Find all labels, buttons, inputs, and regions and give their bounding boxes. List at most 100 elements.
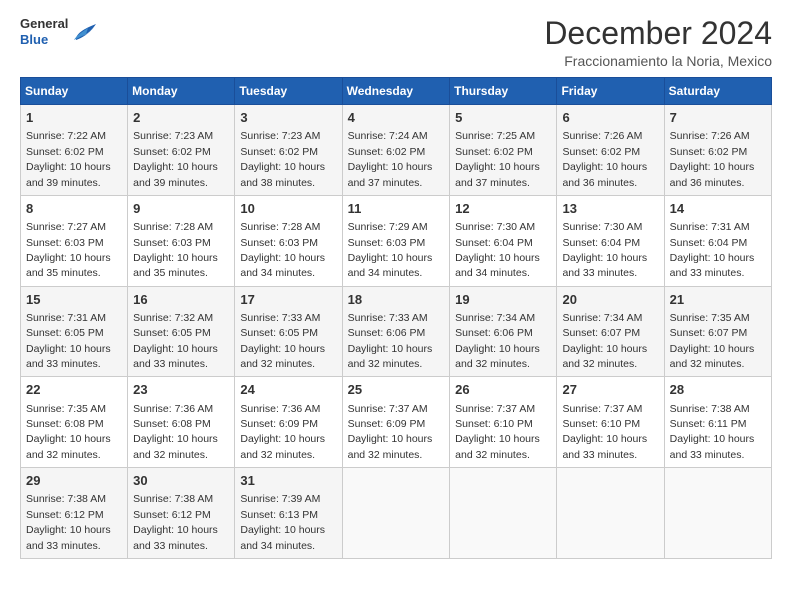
day-number: 15: [26, 291, 122, 309]
day-header-monday: Monday: [128, 78, 235, 105]
calendar-title: December 2024: [544, 16, 772, 51]
day-number: 23: [133, 381, 229, 399]
calendar-cell: 2Sunrise: 7:23 AMSunset: 6:02 PMDaylight…: [128, 105, 235, 196]
calendar-week-3: 15 Sunrise: 7:31 AMSunset: 6:05 PMDayligh…: [21, 286, 772, 377]
day-header-saturday: Saturday: [664, 78, 771, 105]
day-number: 9: [133, 200, 229, 218]
day-number: 28: [670, 381, 766, 399]
day-info: Sunrise: 7:25 AMSunset: 6:02 PMDaylight:…: [455, 130, 540, 188]
day-info: Sunrise: 7:34 AMSunset: 6:07 PMDaylight:…: [562, 312, 647, 370]
calendar-week-5: 29Sunrise: 7:38 AMSunset: 6:12 PMDayligh…: [21, 468, 772, 559]
day-info: Sunrise: 7:37 AMSunset: 6:09 PMDaylight:…: [348, 403, 433, 461]
day-number: 31: [240, 472, 336, 490]
calendar-cell: 20Sunrise: 7:34 AMSunset: 6:07 PMDayligh…: [557, 286, 664, 377]
day-number: 3: [240, 109, 336, 127]
calendar-cell: 29Sunrise: 7:38 AMSunset: 6:12 PMDayligh…: [21, 468, 128, 559]
logo-text: General Blue: [20, 16, 68, 47]
page-header: General Blue December 2024 Fraccionamien…: [20, 16, 772, 69]
day-number: 14: [670, 200, 766, 218]
day-number: 17: [240, 291, 336, 309]
calendar-cell: 31Sunrise: 7:39 AMSunset: 6:13 PMDayligh…: [235, 468, 342, 559]
day-number: 22: [26, 381, 122, 399]
calendar-cell: [557, 468, 664, 559]
calendar-cell: 27 Sunrise: 7:37 AMSunset: 6:10 PMDayligh…: [557, 377, 664, 468]
day-number: 18: [348, 291, 445, 309]
day-info: Sunrise: 7:30 AMSunset: 6:04 PMDaylight:…: [455, 221, 540, 279]
calendar-table: SundayMondayTuesdayWednesdayThursdayFrid…: [20, 77, 772, 559]
calendar-cell: 8 Sunrise: 7:27 AMSunset: 6:03 PMDaylight…: [21, 195, 128, 286]
day-info: Sunrise: 7:28 AMSunset: 6:03 PMDaylight:…: [240, 221, 325, 279]
calendar-cell: 24 Sunrise: 7:36 AMSunset: 6:09 PMDayligh…: [235, 377, 342, 468]
day-number: 1: [26, 109, 122, 127]
day-info: Sunrise: 7:30 AMSunset: 6:04 PMDaylight:…: [562, 221, 647, 279]
calendar-cell: 11 Sunrise: 7:29 AMSunset: 6:03 PMDayligh…: [342, 195, 450, 286]
day-info: Sunrise: 7:37 AMSunset: 6:10 PMDaylight:…: [455, 403, 540, 461]
title-section: December 2024 Fraccionamiento la Noria, …: [544, 16, 772, 69]
day-info: Sunrise: 7:33 AMSunset: 6:05 PMDaylight:…: [240, 312, 325, 370]
day-number: 26: [455, 381, 551, 399]
day-number: 7: [670, 109, 766, 127]
day-info: Sunrise: 7:37 AMSunset: 6:10 PMDaylight:…: [562, 403, 647, 461]
day-number: 24: [240, 381, 336, 399]
day-info: Sunrise: 7:27 AMSunset: 6:03 PMDaylight:…: [26, 221, 111, 279]
calendar-cell: [450, 468, 557, 559]
calendar-cell: 12 Sunrise: 7:30 AMSunset: 6:04 PMDayligh…: [450, 195, 557, 286]
logo: General Blue: [20, 16, 98, 47]
calendar-cell: 3 Sunrise: 7:23 AMSunset: 6:02 PMDaylight…: [235, 105, 342, 196]
logo-blue: Blue: [20, 32, 68, 48]
calendar-cell: 19 Sunrise: 7:34 AMSunset: 6:06 PMDayligh…: [450, 286, 557, 377]
logo-general: General: [20, 16, 68, 32]
day-number: 19: [455, 291, 551, 309]
day-info: Sunrise: 7:26 AMSunset: 6:02 PMDaylight:…: [670, 130, 755, 188]
day-info: Sunrise: 7:29 AMSunset: 6:03 PMDaylight:…: [348, 221, 433, 279]
calendar-cell: 14Sunrise: 7:31 AMSunset: 6:04 PMDayligh…: [664, 195, 771, 286]
day-number: 27: [562, 381, 658, 399]
location-subtitle: Fraccionamiento la Noria, Mexico: [544, 53, 772, 69]
calendar-cell: 4 Sunrise: 7:24 AMSunset: 6:02 PMDaylight…: [342, 105, 450, 196]
day-header-tuesday: Tuesday: [235, 78, 342, 105]
logo-bird-icon: [68, 20, 98, 44]
day-info: Sunrise: 7:26 AMSunset: 6:02 PMDaylight:…: [562, 130, 647, 188]
calendar-cell: 25 Sunrise: 7:37 AMSunset: 6:09 PMDayligh…: [342, 377, 450, 468]
calendar-cell: 6 Sunrise: 7:26 AMSunset: 6:02 PMDaylight…: [557, 105, 664, 196]
day-info: Sunrise: 7:23 AMSunset: 6:02 PMDaylight:…: [240, 130, 325, 188]
day-info: Sunrise: 7:36 AMSunset: 6:09 PMDaylight:…: [240, 403, 325, 461]
day-number: 8: [26, 200, 122, 218]
day-info: Sunrise: 7:33 AMSunset: 6:06 PMDaylight:…: [348, 312, 433, 370]
day-number: 6: [562, 109, 658, 127]
day-number: 11: [348, 200, 445, 218]
day-number: 5: [455, 109, 551, 127]
day-number: 21: [670, 291, 766, 309]
day-number: 30: [133, 472, 229, 490]
calendar-cell: 1Sunrise: 7:22 AMSunset: 6:02 PMDaylight…: [21, 105, 128, 196]
calendar-cell: 23 Sunrise: 7:36 AMSunset: 6:08 PMDayligh…: [128, 377, 235, 468]
day-header-sunday: Sunday: [21, 78, 128, 105]
day-number: 2: [133, 109, 229, 127]
day-info: Sunrise: 7:38 AMSunset: 6:11 PMDaylight:…: [670, 403, 755, 461]
calendar-cell: 5 Sunrise: 7:25 AMSunset: 6:02 PMDaylight…: [450, 105, 557, 196]
day-info: Sunrise: 7:31 AMSunset: 6:05 PMDaylight:…: [26, 312, 111, 370]
calendar-cell: 21 Sunrise: 7:35 AMSunset: 6:07 PMDayligh…: [664, 286, 771, 377]
day-info: Sunrise: 7:36 AMSunset: 6:08 PMDaylight:…: [133, 403, 218, 461]
calendar-week-4: 22Sunrise: 7:35 AMSunset: 6:08 PMDayligh…: [21, 377, 772, 468]
day-info: Sunrise: 7:24 AMSunset: 6:02 PMDaylight:…: [348, 130, 433, 188]
calendar-cell: 10Sunrise: 7:28 AMSunset: 6:03 PMDayligh…: [235, 195, 342, 286]
day-number: 12: [455, 200, 551, 218]
calendar-cell: 30Sunrise: 7:38 AMSunset: 6:12 PMDayligh…: [128, 468, 235, 559]
calendar-cell: 15 Sunrise: 7:31 AMSunset: 6:05 PMDayligh…: [21, 286, 128, 377]
calendar-cell: 7 Sunrise: 7:26 AMSunset: 6:02 PMDaylight…: [664, 105, 771, 196]
calendar-cell: 9Sunrise: 7:28 AMSunset: 6:03 PMDaylight…: [128, 195, 235, 286]
calendar-cell: 26 Sunrise: 7:37 AMSunset: 6:10 PMDayligh…: [450, 377, 557, 468]
calendar-cell: 17 Sunrise: 7:33 AMSunset: 6:05 PMDayligh…: [235, 286, 342, 377]
calendar-week-1: 1Sunrise: 7:22 AMSunset: 6:02 PMDaylight…: [21, 105, 772, 196]
calendar-cell: 16Sunrise: 7:32 AMSunset: 6:05 PMDayligh…: [128, 286, 235, 377]
day-info: Sunrise: 7:35 AMSunset: 6:07 PMDaylight:…: [670, 312, 755, 370]
calendar-body: 1Sunrise: 7:22 AMSunset: 6:02 PMDaylight…: [21, 105, 772, 559]
day-info: Sunrise: 7:34 AMSunset: 6:06 PMDaylight:…: [455, 312, 540, 370]
day-header-friday: Friday: [557, 78, 664, 105]
day-number: 16: [133, 291, 229, 309]
day-header-thursday: Thursday: [450, 78, 557, 105]
day-number: 4: [348, 109, 445, 127]
day-number: 25: [348, 381, 445, 399]
calendar-cell: 18 Sunrise: 7:33 AMSunset: 6:06 PMDayligh…: [342, 286, 450, 377]
